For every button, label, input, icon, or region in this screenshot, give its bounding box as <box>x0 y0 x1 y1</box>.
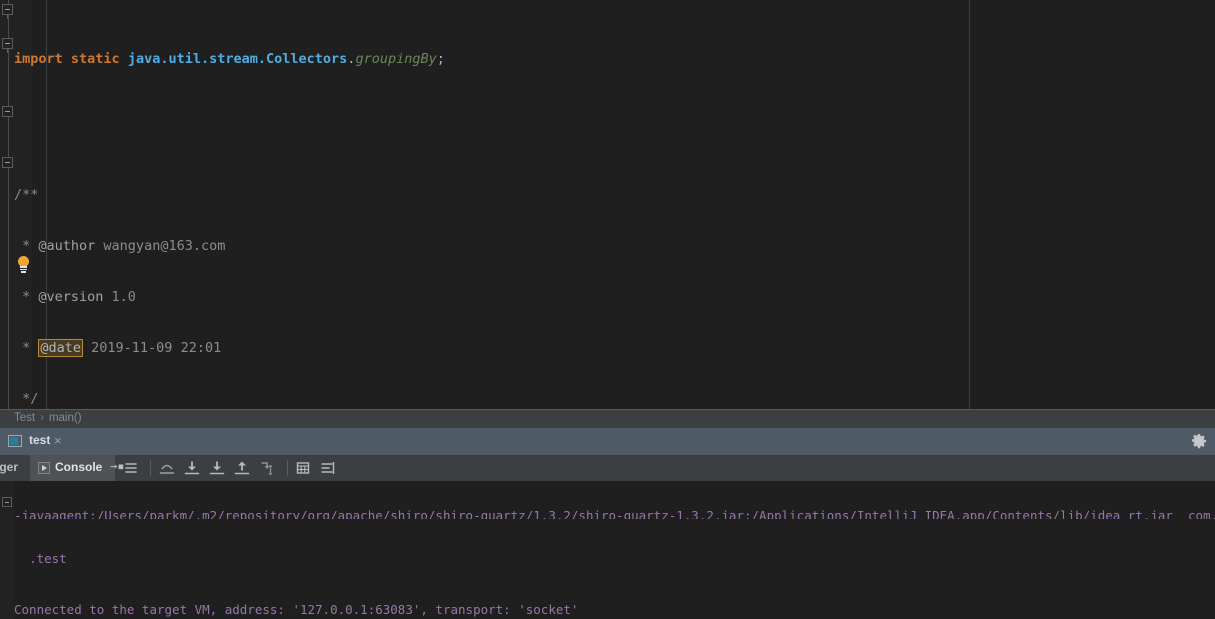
run-tab-label: test <box>29 433 51 447</box>
toolbar-separator <box>287 460 288 476</box>
console-line-connected: Connected to the target VM, address: '12… <box>14 602 579 617</box>
run-tab-bar: test × <box>0 428 1215 455</box>
code-line-import[interactable]: import static java.util.stream.Collector… <box>0 51 1215 68</box>
tab-console[interactable]: Console →▪ <box>30 455 124 481</box>
breadcrumb-method[interactable]: main() <box>49 412 82 424</box>
debugger-toolbar: gger Console →▪ <box>0 455 1215 481</box>
intellij-idea-window: import static java.util.stream.Collector… <box>0 0 1215 619</box>
highlighted-doc-tag: @date <box>38 339 84 357</box>
force-step-into-icon[interactable] <box>208 459 226 477</box>
code-content[interactable]: import static java.util.stream.Collector… <box>0 0 1215 409</box>
step-out-icon[interactable] <box>233 459 251 477</box>
run-tab-test[interactable]: test × <box>0 428 1215 455</box>
console-text[interactable]: -javaagent:/Users/parkm/.m2/repository/o… <box>0 481 1215 619</box>
code-editor[interactable]: import static java.util.stream.Collector… <box>0 0 1215 409</box>
code-line-doc-open[interactable]: /** <box>0 187 1215 204</box>
run-tool-window: test × gger Console →▪ <box>0 428 1215 619</box>
code-line-doc-date[interactable]: * @date 2019-11-09 22:01 <box>0 339 1215 357</box>
gear-icon[interactable] <box>1191 433 1207 449</box>
code-line-doc-version[interactable]: * @version 1.0 <box>0 289 1215 306</box>
step-over-icon[interactable] <box>158 459 176 477</box>
step-into-icon[interactable] <box>183 459 201 477</box>
breadcrumb[interactable]: Test › main() <box>0 409 1215 429</box>
breadcrumb-separator-icon: › <box>40 412 44 424</box>
close-icon[interactable]: × <box>54 433 62 448</box>
code-line-doc-author[interactable]: * @author wangyan@163.com <box>0 238 1215 255</box>
breadcrumb-class[interactable]: Test <box>14 412 35 424</box>
console-tab-label: Console <box>55 460 103 474</box>
run-to-cursor-icon[interactable] <box>258 459 276 477</box>
console-line-command-cont: .test <box>29 551 67 566</box>
show-execution-point-icon[interactable] <box>122 459 140 477</box>
console-output[interactable]: -javaagent:/Users/parkm/.m2/repository/o… <box>0 481 1215 619</box>
code-line-doc-close[interactable]: */ <box>0 391 1215 408</box>
run-configuration-icon <box>8 435 22 447</box>
debugger-tab-label[interactable]: gger <box>0 460 18 474</box>
layout-settings-icon[interactable] <box>319 459 337 477</box>
evaluate-expression-icon[interactable] <box>294 459 312 477</box>
toolbar-separator <box>150 460 151 476</box>
console-line-command: -javaagent:/Users/parkm/.m2/repository/o… <box>14 508 1215 519</box>
console-play-icon <box>38 462 50 474</box>
